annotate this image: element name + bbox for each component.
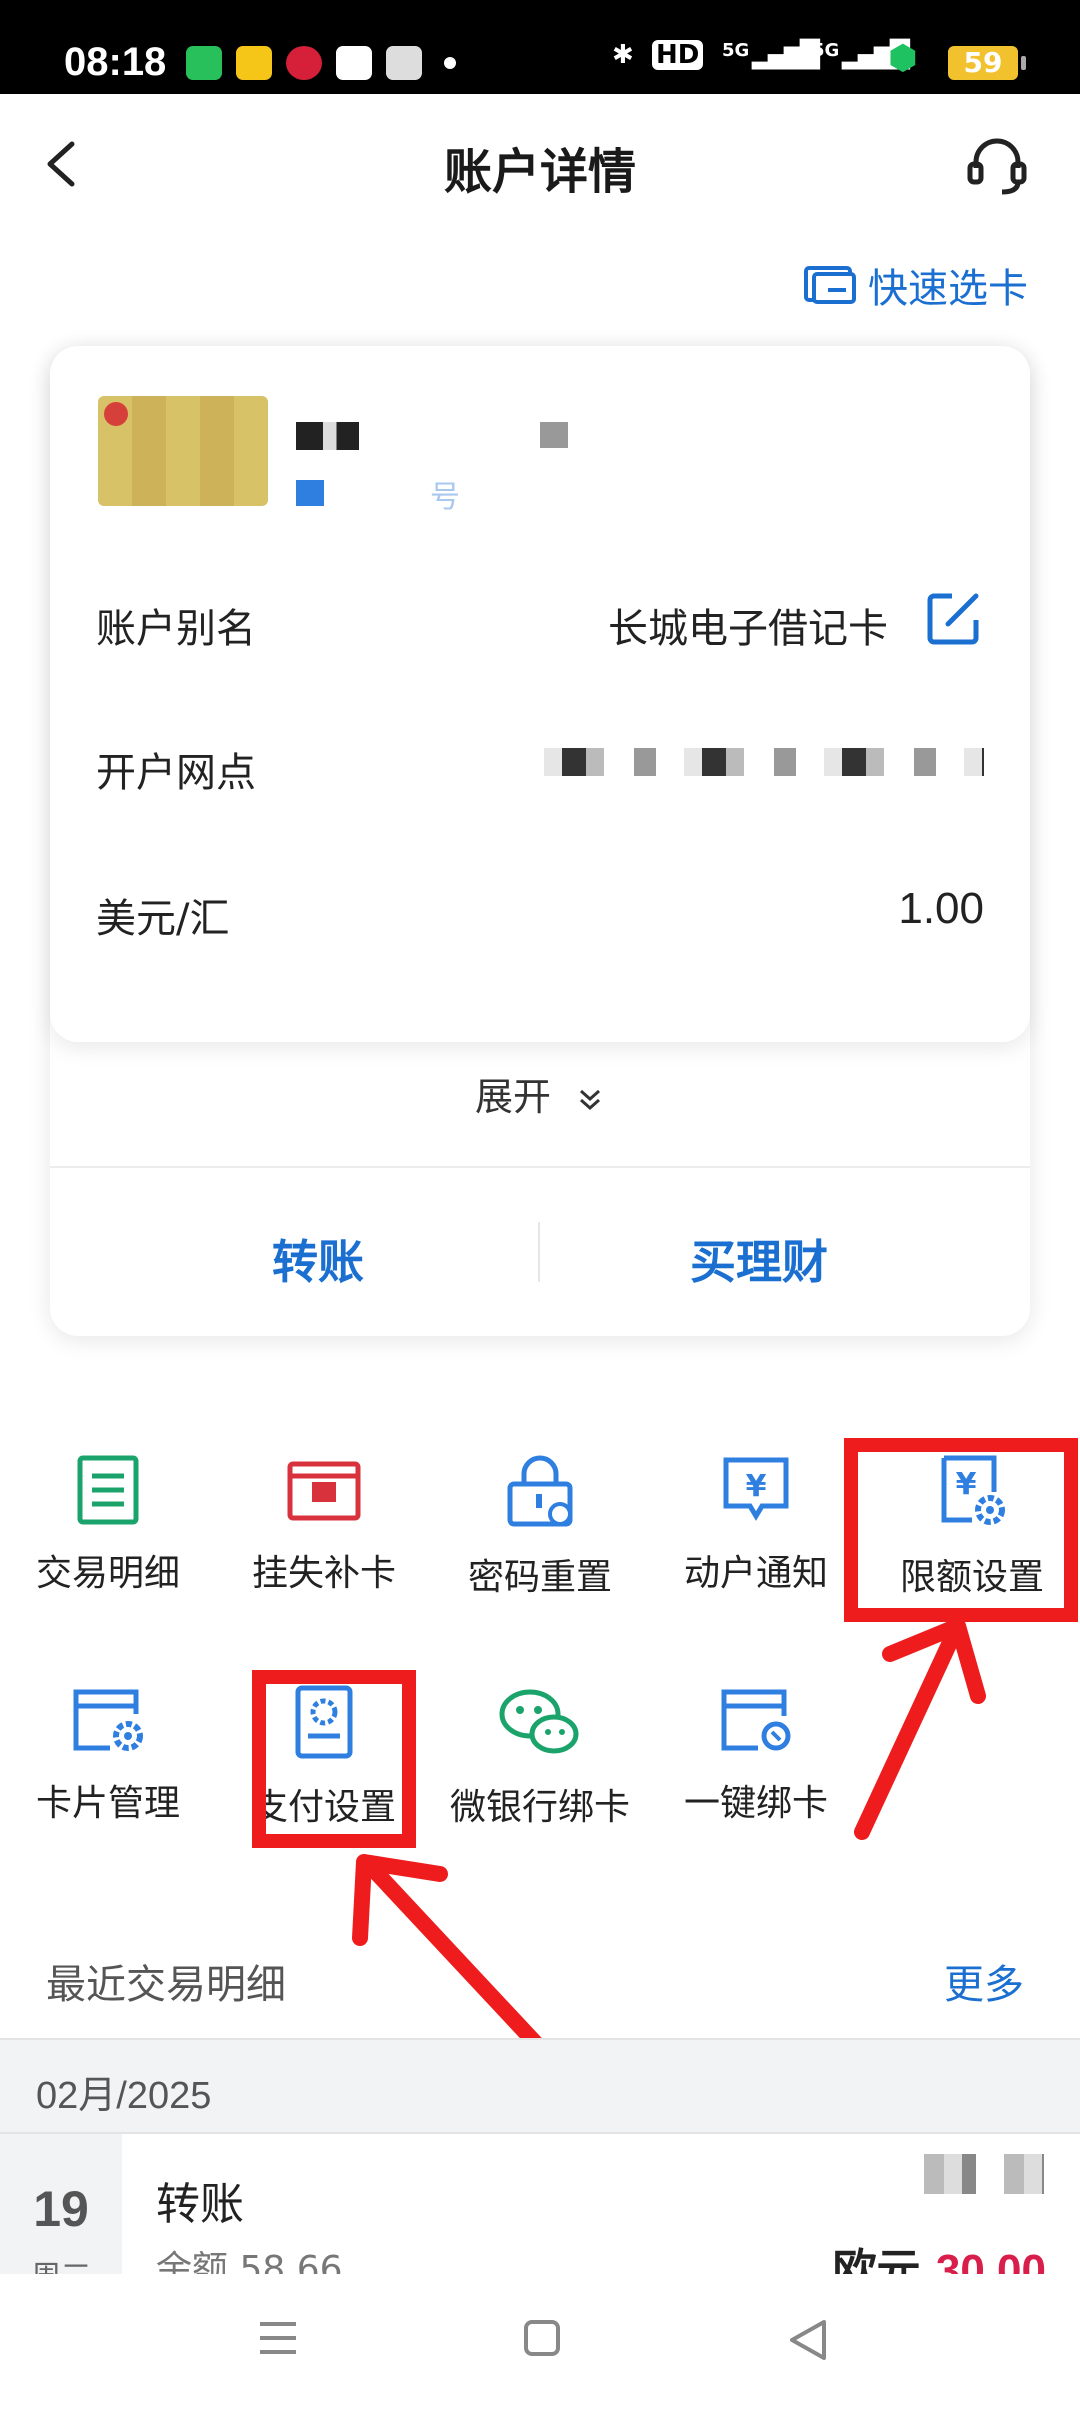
back-nav-icon[interactable] [786,2318,830,2362]
more-notifications-icon [444,57,456,69]
branch-label: 开户网点 [96,750,256,796]
svg-text:¥: ¥ [746,1469,767,1504]
page-title: 账户详情 [443,144,636,200]
transaction-date: 19 周三 [0,2134,122,2284]
bank-card-thumbnail [98,396,268,506]
transaction-title: 转账 [156,2179,244,2230]
app-header: 账户详情 [0,94,1080,234]
account-type-badge [296,480,324,506]
card-number-masked [296,422,386,450]
chat-app-icon [336,46,372,80]
month-label: 02月/2025 [36,2075,212,2117]
bluetooth-icon: ✱ [612,40,634,70]
card-bind-icon [721,1689,791,1751]
grid-label: 卡片管理 [35,1783,180,1824]
account-type-hint: 号 [430,480,460,515]
month-header: 02月/2025 [0,2038,1080,2134]
action-divider [538,1222,540,1282]
counterparty-masked [924,2154,1044,2194]
network-label-2: 5G [812,40,840,61]
currency-balance: 1.00 [898,884,984,933]
list-icon [77,1455,139,1525]
signal-icon-1: ▂▄▆█ [752,40,820,70]
grid-label: 微银行绑卡 [449,1787,630,1828]
news-app-icon [236,46,272,80]
mail-app-icon [386,46,422,80]
grid-item-card-management[interactable]: 卡片管理 [0,1684,216,1844]
expand-label: 展开 [474,1075,551,1119]
card-repair-icon [287,1461,361,1521]
card-switch-icon [804,266,856,304]
grid-label: 动户通知 [683,1553,828,1594]
card-info-masked [540,422,568,448]
highlight-payment-settings [252,1670,416,1848]
quick-select-label: 快速选卡 [868,266,1028,312]
bank-app-icon [286,46,322,80]
alias-value: 长城电子借记卡 [608,606,888,652]
currency-row: 美元/汇 1.00 [96,864,984,954]
grid-item-wechat-bind[interactable]: 微银行绑卡 [432,1684,648,1844]
lock-reset-icon [507,1455,573,1527]
quick-select-card-button[interactable]: 快速选卡 [804,256,1028,314]
grid-label: 挂失补卡 [251,1553,396,1594]
yen-notify-icon: ¥ [723,1457,789,1521]
transfer-button[interactable]: 转账 [272,1226,364,1292]
grid-item-one-click-bind[interactable]: 一键绑卡 [648,1684,864,1844]
security-shield-icon: ⬢ [888,38,918,78]
message-app-icon [186,46,222,80]
grid-label: 密码重置 [467,1557,612,1598]
alias-label: 账户别名 [96,606,256,652]
buy-wealth-button[interactable]: 买理财 [690,1226,828,1292]
account-detail-page: 快速选卡 号 账户别名 长城电子借记卡 开户网点 美元/汇 1.00 展开 转账… [0,234,1080,2284]
grid-item-password-reset[interactable]: 密码重置 [432,1454,648,1614]
grid-label: 交易明细 [35,1553,180,1594]
branch-value-masked [544,748,984,776]
battery-icon: 59 [948,46,1026,80]
branch-row: 开户网点 [96,718,984,808]
hd-icon: HD [652,40,704,70]
menu-icon[interactable] [256,2318,300,2358]
grid-item-account-notify[interactable]: ¥ 动户通知 [648,1454,864,1614]
card-divider [50,1166,1030,1168]
transaction-day: 19 [33,2181,89,2237]
grid-item-transaction-details[interactable]: 交易明细 [0,1454,216,1614]
grid-label: 一键绑卡 [683,1783,828,1824]
bank-logo-icon [104,402,128,426]
status-bar: 08:18 ✱ HD 5G ▂▄▆█ 5G ▂▄▆█ ⬢ 59 [0,0,1080,94]
expand-button[interactable]: 展开 [50,1066,1030,1121]
network-label-1: 5G [722,40,750,61]
double-chevron-down-icon [580,1089,601,1110]
account-info-panel: 号 账户别名 长城电子借记卡 开户网点 美元/汇 1.00 [50,346,1030,1042]
highlight-limit-settings [844,1438,1078,1622]
account-card: 号 账户别名 长城电子借记卡 开户网点 美元/汇 1.00 展开 转账 买理财 [50,346,1030,1336]
system-navigation-bar [0,2274,1080,2414]
card-settings-icon [73,1689,143,1751]
transaction-row[interactable]: 19 周三 转账 余额 58.66 欧元 30.00 [0,2134,1080,2284]
recent-transactions-title: 最近交易明细 [46,1962,286,2008]
more-link[interactable]: 更多 [944,1952,1024,2010]
status-time: 08:18 [64,40,167,84]
home-icon[interactable] [522,2318,562,2358]
grid-item-report-loss[interactable]: 挂失补卡 [216,1454,432,1614]
edit-icon[interactable] [924,588,984,648]
customer-service-icon[interactable] [962,130,1032,200]
currency-label: 美元/汇 [96,896,230,942]
wechat-icon [499,1689,579,1754]
alias-row: 账户别名 长城电子借记卡 [96,574,984,664]
